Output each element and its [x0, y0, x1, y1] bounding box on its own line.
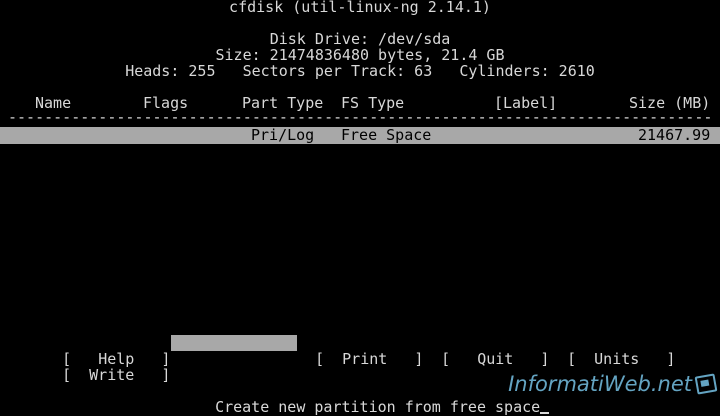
menu-quit-label: Quit	[477, 350, 514, 368]
menu-write[interactable]: [ Write ]	[44, 351, 170, 383]
menu-units[interactable]: [ Units ]	[549, 335, 675, 367]
disk-size: Size: 21474836480 bytes, 21.4 GB	[215, 46, 505, 64]
menu-print-label: Print	[342, 350, 388, 368]
table-row[interactable]: Pri/Log Free Space 21467.99	[0, 127, 720, 144]
text-cursor	[540, 412, 550, 414]
menu-print[interactable]: [ Print ]	[297, 335, 423, 367]
row-size: 21467.99	[638, 126, 711, 144]
menu-quit[interactable]: [ Quit ]	[423, 335, 549, 367]
column-flags: Flags	[143, 94, 189, 112]
row-fs-type: Free Space	[341, 126, 432, 144]
watermark-text: InformatiWeb.net	[508, 372, 692, 396]
menu-new-label: New	[225, 350, 253, 368]
menu-write-label: Write	[89, 366, 135, 384]
column-name: Name	[35, 94, 72, 112]
watermark: InformatiWeb.net	[508, 372, 718, 396]
disk-geometry: Heads: 255 Sectors per Track: 63 Cylinde…	[125, 62, 595, 80]
column-fs-type: FS Type	[341, 94, 405, 112]
column-size: Size (MB)	[629, 94, 711, 112]
menu-units-label: Units	[594, 350, 640, 368]
disk-drive: Disk Drive: /dev/sda	[269, 30, 451, 48]
menu-help[interactable]: [ Help ]	[44, 335, 170, 367]
status-line: Create new partition from free space	[197, 383, 550, 416]
column-part-type: Part Type	[242, 94, 324, 112]
table-separator: ----------------------------------------…	[8, 111, 712, 123]
app-title: cfdisk (util-linux-ng 2.14.1)	[229, 0, 491, 16]
row-part-type: Pri/Log	[251, 126, 315, 144]
cfdisk-screen: { "title": "cfdisk (util-linux-ng 2.14.1…	[0, 0, 720, 415]
menu-new[interactable]: [ New ]	[171, 335, 298, 367]
laptop-icon	[694, 373, 718, 395]
column-label: [Label]	[494, 94, 558, 112]
status-text: Create new partition from free space	[215, 398, 541, 416]
